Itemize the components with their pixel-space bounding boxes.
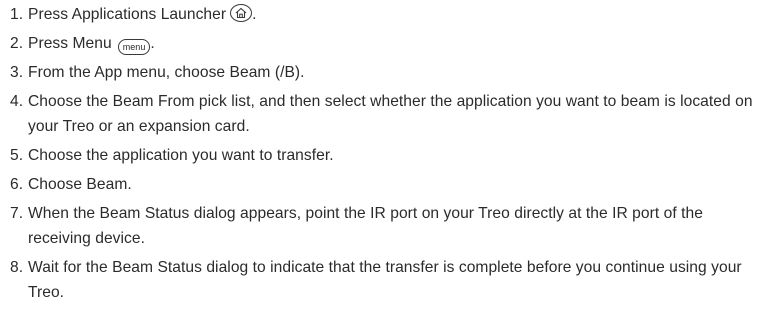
step-4: 4. Choose the Beam From pick list, and t… xyxy=(10,89,755,139)
step-number: 7. xyxy=(10,205,24,222)
step-5: 5. Choose the application you want to tr… xyxy=(10,143,755,168)
step-punct: . xyxy=(150,35,155,52)
step-number: 6. xyxy=(10,176,24,193)
menu-key-icon: menu xyxy=(117,39,151,55)
step-1: 1. Press Applications Launcher. xyxy=(10,2,755,27)
step-2: 2. Press Menu menu. xyxy=(10,31,755,56)
step-number: 3. xyxy=(10,64,24,81)
step-text: Choose the Beam From pick list, and then… xyxy=(28,93,753,135)
step-text: Press Menu xyxy=(28,35,112,52)
step-6: 6. Choose Beam. xyxy=(10,172,755,197)
step-number: 5. xyxy=(10,147,24,164)
step-punct: . xyxy=(252,6,257,23)
step-7: 7. When the Beam Status dialog appears, … xyxy=(10,201,755,251)
step-number: 1. xyxy=(10,6,24,23)
step-text: Press Applications Launcher xyxy=(28,6,227,23)
step-3: 3. From the App menu, choose Beam (/B). xyxy=(10,60,755,85)
step-8: 8. Wait for the Beam Status dialog to in… xyxy=(10,255,755,305)
home-key-icon xyxy=(230,4,253,22)
step-text: Choose the application you want to trans… xyxy=(28,147,334,164)
step-text: From the App menu, choose Beam (/B). xyxy=(28,64,305,81)
step-text: Choose Beam. xyxy=(28,176,132,193)
step-text: When the Beam Status dialog appears, poi… xyxy=(28,205,703,247)
step-number: 8. xyxy=(10,259,24,276)
step-number: 2. xyxy=(10,35,24,52)
instruction-steps: 1. Press Applications Launcher. 2. Press… xyxy=(10,2,755,309)
step-number: 4. xyxy=(10,93,24,110)
step-text: Wait for the Beam Status dialog to indic… xyxy=(28,259,742,301)
